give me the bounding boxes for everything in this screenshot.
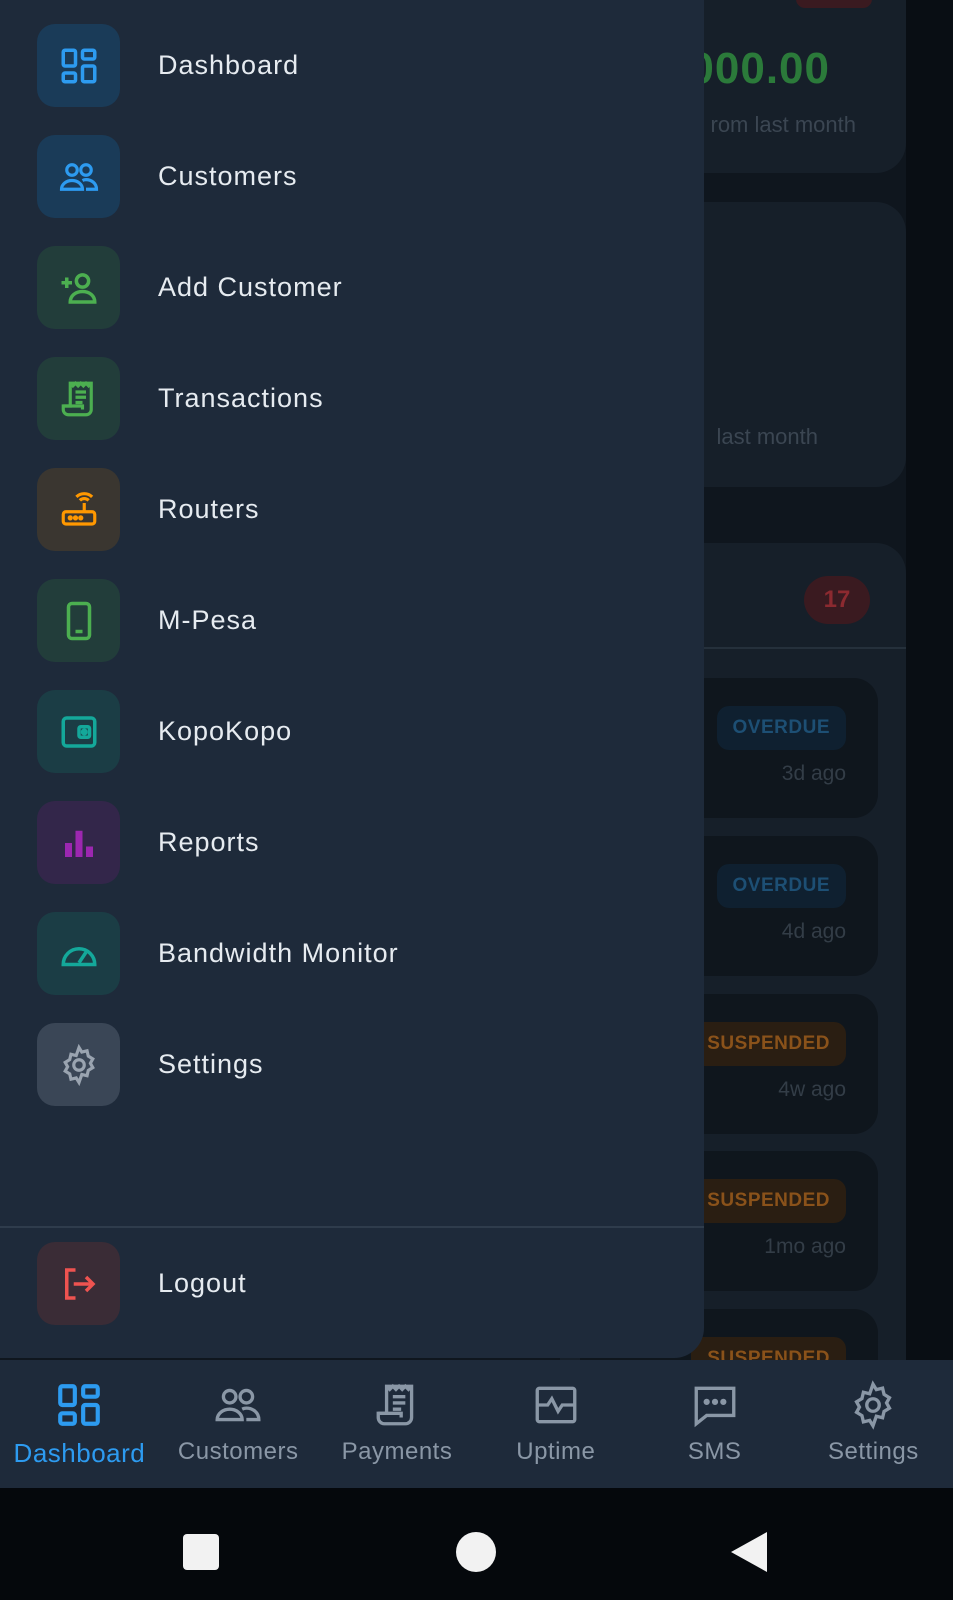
drawer-item-dashboard[interactable]: Dashboard (0, 10, 704, 121)
bottom-nav-label: Uptime (516, 1438, 596, 1465)
back-button[interactable] (731, 1532, 767, 1572)
drawer-item-mpesa[interactable]: M-Pesa (0, 565, 704, 676)
drawer-item-bandwidth-monitor[interactable]: Bandwidth Monitor (0, 898, 704, 1009)
chat-icon (694, 1386, 735, 1428)
bottom-nav-label: Dashboard (13, 1438, 146, 1468)
drawer-item-label: Transactions (158, 383, 324, 413)
drawer-item-customers[interactable]: Customers (0, 121, 704, 232)
time-ago: 4w ago (778, 1078, 846, 1101)
revenue-amount: 000.00 (689, 44, 830, 93)
app-screen: 000.00 rom last month last month 17 OVER… (0, 0, 953, 1600)
revenue-subtext: rom last month (710, 112, 857, 137)
status-badge: SUSPENDED (691, 1022, 846, 1066)
drawer-item-label: KopoKopo (158, 716, 293, 746)
bottom-nav-label: SMS (687, 1438, 742, 1465)
drawer-item-label: Routers (158, 494, 260, 524)
speedometer-icon (37, 912, 120, 995)
wallet-icon (37, 690, 120, 773)
time-ago: 3d ago (781, 762, 846, 785)
drawer-item-label: Dashboard (158, 50, 300, 80)
status-badge: OVERDUE (716, 706, 846, 750)
background-edge (906, 0, 953, 1360)
bottom-nav-payments[interactable]: Payments (318, 1360, 477, 1488)
dashboard-icon (37, 24, 120, 107)
add-user-icon (37, 246, 120, 329)
drawer-item-label: Add Customer (158, 272, 343, 302)
status-badge: OVERDUE (716, 864, 846, 908)
gear-icon (37, 1023, 120, 1106)
gear-icon (854, 1380, 893, 1430)
drawer-item-logout[interactable]: Logout (0, 1228, 704, 1339)
bar-chart-icon (37, 801, 120, 884)
time-ago: 4d ago (781, 920, 846, 943)
receipt-icon (376, 1383, 414, 1426)
recent-apps-button[interactable] (183, 1534, 219, 1570)
drawer-item-label: Customers (158, 161, 298, 191)
bottom-nav-label: Payments (341, 1438, 453, 1465)
drawer-item-add-customer[interactable]: Add Customer (0, 232, 704, 343)
navigation-drawer: Dashboard Customers Add Customer Transac… (0, 0, 704, 1358)
logout-icon (37, 1242, 120, 1325)
customers-icon (37, 135, 120, 218)
drawer-item-transactions[interactable]: Transactions (0, 343, 704, 454)
bottom-nav-dashboard[interactable]: Dashboard (0, 1360, 159, 1488)
drawer-item-label: Logout (158, 1268, 247, 1298)
bottom-nav-customers[interactable]: Customers (159, 1360, 318, 1488)
receipt-icon (37, 357, 120, 440)
drawer-item-routers[interactable]: Routers (0, 454, 704, 565)
system-navigation-bar (0, 1488, 953, 1600)
drawer-item-label: Reports (158, 827, 260, 857)
router-icon (37, 468, 120, 551)
bottom-nav-label: Settings (828, 1438, 919, 1465)
home-button[interactable] (456, 1532, 496, 1572)
dashboard-icon (58, 1384, 101, 1426)
bottom-nav-sms[interactable]: SMS (635, 1360, 794, 1488)
revenue-pill (796, 0, 872, 8)
time-ago: 1mo ago (764, 1235, 846, 1258)
bottom-navigation: Dashboard Customers Payments Uptime SMS … (0, 1360, 953, 1488)
drawer-item-label: Settings (158, 1049, 264, 1079)
pulse-monitor-icon (535, 1386, 577, 1424)
status-badge: SUSPENDED (691, 1179, 846, 1223)
drawer-item-label: M-Pesa (158, 605, 258, 635)
drawer-item-label: Bandwidth Monitor (158, 938, 399, 968)
phone-icon (37, 579, 120, 662)
bottom-nav-label: Customers (177, 1438, 299, 1465)
drawer-item-settings[interactable]: Settings (0, 1009, 704, 1120)
customers-icon (215, 1388, 261, 1422)
accounts-count-badge: 17 (804, 576, 870, 624)
summary-subtext: last month (716, 424, 819, 449)
bottom-nav-uptime[interactable]: Uptime (476, 1360, 635, 1488)
drawer-item-reports[interactable]: Reports (0, 787, 704, 898)
bottom-nav-settings[interactable]: Settings (794, 1360, 953, 1488)
drawer-item-kopokopo[interactable]: KopoKopo (0, 676, 704, 787)
